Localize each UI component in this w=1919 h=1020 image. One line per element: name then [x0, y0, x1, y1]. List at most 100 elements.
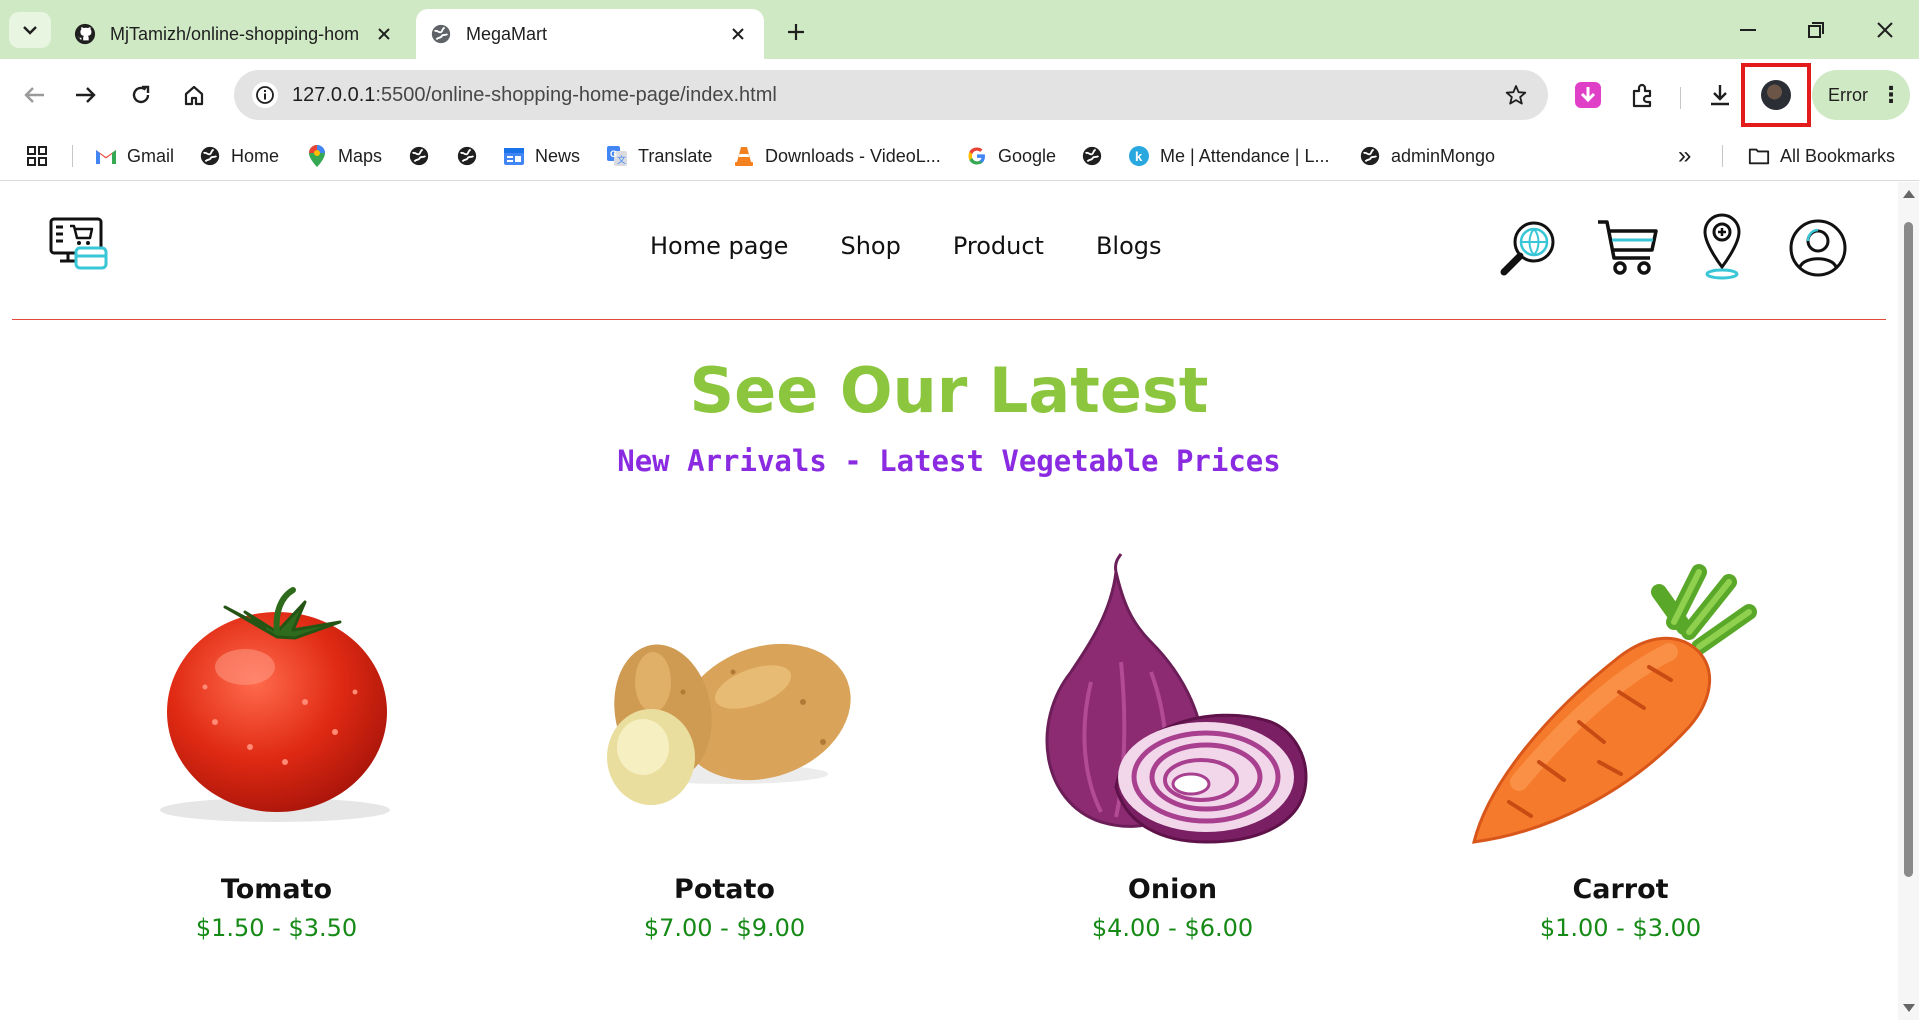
new-tab-button[interactable]: [780, 16, 812, 48]
bookmark-attendance[interactable]: k Me | Attendance | L...: [1128, 131, 1329, 181]
bookmark-label: All Bookmarks: [1780, 145, 1896, 166]
bookmarks-overflow-button[interactable]: »: [1678, 131, 1691, 181]
nav-home[interactable]: Home page: [650, 232, 788, 260]
browser-toolbar: 127.0.0.1:5500/online-shopping-home-page…: [0, 59, 1919, 131]
product-card-carrot[interactable]: Carrot $1.00 - $3.00: [1399, 552, 1842, 952]
tab-megamart[interactable]: MegaMart: [416, 9, 764, 59]
product-card-tomato[interactable]: Tomato $1.50 - $3.50: [55, 552, 498, 952]
restore-icon: [1808, 22, 1824, 38]
product-name[interactable]: Potato: [503, 874, 946, 905]
bookmark-globe-2[interactable]: [456, 131, 488, 181]
header-divider: [12, 319, 1886, 320]
downloads-icon[interactable]: [1700, 75, 1740, 115]
bookmark-label: Gmail: [127, 145, 175, 166]
url-path: :5500/online-shopping-home-page/index.ht…: [375, 83, 777, 106]
k-icon: k: [1128, 145, 1150, 167]
close-tab-icon[interactable]: [372, 22, 396, 46]
toolbar-divider: [1680, 87, 1681, 109]
apps-grid-icon: [26, 145, 48, 167]
tab-github[interactable]: MjTamizh/online-shopping-hom: [60, 9, 410, 59]
bookmarks-divider: [1722, 145, 1723, 167]
github-icon: [74, 23, 96, 45]
bookmark-news[interactable]: News: [503, 131, 580, 181]
scrollbar-thumb[interactable]: [1904, 222, 1913, 877]
cart-icon[interactable]: [1596, 218, 1660, 278]
google-icon: [966, 145, 988, 167]
nav-product[interactable]: Product: [953, 232, 1044, 260]
bookmark-label: Translate: [638, 145, 713, 166]
translate-icon: G文: [606, 145, 628, 167]
search-globe-icon[interactable]: [1498, 218, 1560, 280]
close-window-button[interactable]: [1855, 10, 1915, 50]
close-tab-icon[interactable]: [726, 22, 750, 46]
user-account-icon[interactable]: [1788, 218, 1848, 278]
site-header: Home page Shop Product Blogs: [0, 182, 1898, 320]
address-bar[interactable]: 127.0.0.1:5500/online-shopping-home-page…: [234, 70, 1548, 120]
bookmark-adminmongo[interactable]: adminMongo: [1359, 131, 1495, 181]
bookmarks-divider: [72, 145, 73, 167]
restore-button[interactable]: [1786, 10, 1846, 50]
reload-button[interactable]: [121, 75, 161, 115]
globe-icon: [431, 24, 451, 44]
apps-button[interactable]: [26, 131, 58, 181]
profile-error-label: Error: [1828, 84, 1868, 105]
avatar[interactable]: [1761, 80, 1791, 110]
bookmark-translate[interactable]: G 文 Translate: [606, 131, 712, 181]
scroll-up-arrow-icon[interactable]: [1903, 190, 1915, 198]
more-menu-icon[interactable]: ⋮: [1880, 84, 1902, 106]
bookmark-globe-1[interactable]: [408, 131, 440, 181]
nav-blogs[interactable]: Blogs: [1096, 232, 1162, 260]
bookmark-home[interactable]: Home: [199, 131, 279, 181]
reload-icon: [132, 85, 150, 104]
product-card-potato[interactable]: Potato $7.00 - $9.00: [503, 552, 946, 952]
bookmark-globe-3[interactable]: [1081, 131, 1113, 181]
page-scrollbar[interactable]: [1898, 182, 1919, 1020]
site-info-icon[interactable]: [252, 82, 278, 108]
product-card-onion[interactable]: Onion $4.00 - $6.00: [951, 552, 1394, 952]
globe-icon: [1359, 145, 1381, 167]
product-name[interactable]: Onion: [951, 874, 1394, 905]
home-button[interactable]: [174, 75, 214, 115]
bookmark-label: Google: [998, 145, 1057, 166]
bookmarks-bar: Gmail Home Maps News G 文 Translate Downloa…: [0, 131, 1919, 181]
hero-title: See Our Latest: [689, 354, 1209, 427]
tab-search-button[interactable]: [9, 12, 51, 48]
product-price: $1.00 - $3.00: [1539, 914, 1702, 942]
back-button[interactable]: [14, 75, 54, 115]
downloader-extension-icon[interactable]: [1568, 75, 1608, 115]
news-icon: [503, 145, 525, 167]
nav-shop[interactable]: Shop: [840, 232, 900, 260]
minimize-icon: [1740, 29, 1756, 31]
location-pin-icon[interactable]: [1700, 212, 1744, 282]
forward-button[interactable]: [66, 75, 106, 115]
store-logo-icon[interactable]: [48, 216, 110, 272]
plus-icon: [788, 24, 804, 40]
all-bookmarks-button[interactable]: All Bookmarks: [1748, 131, 1895, 181]
svg-text:G: G: [610, 149, 617, 159]
minimize-button[interactable]: [1718, 10, 1778, 50]
maps-icon: [306, 145, 328, 167]
extensions-icon[interactable]: [1623, 75, 1663, 115]
arrow-right-icon: [76, 87, 96, 103]
tomato-image: [160, 587, 390, 822]
bookmark-google[interactable]: Google: [966, 131, 1056, 181]
bookmark-maps[interactable]: Maps: [306, 131, 382, 181]
bookmark-label: Downloads - VideoL...: [765, 145, 941, 166]
url-text[interactable]: 127.0.0.1:5500/online-shopping-home-page…: [292, 84, 1496, 107]
gmail-icon: [95, 145, 117, 167]
product-price: $1.50 - $3.50: [195, 914, 358, 942]
scroll-down-arrow-icon[interactable]: [1903, 1004, 1915, 1012]
onion-image: [1045, 553, 1308, 844]
profile-avatar-highlight[interactable]: [1741, 63, 1811, 127]
folder-icon: [1748, 145, 1770, 167]
bookmark-gmail[interactable]: Gmail: [95, 131, 174, 181]
product-name[interactable]: Carrot: [1399, 874, 1842, 905]
product-name[interactable]: Tomato: [55, 874, 498, 905]
bookmark-star-icon[interactable]: [1496, 84, 1536, 106]
profile-error-button[interactable]: Error ⋮: [1812, 70, 1910, 120]
hero-subtitle: New Arrivals - Latest Vegetable Prices: [617, 444, 1281, 478]
globe-icon: [456, 145, 478, 167]
bookmark-videolan[interactable]: Downloads - VideoL...: [733, 131, 941, 181]
carrot-image: [1472, 564, 1757, 844]
home-icon: [184, 85, 204, 106]
